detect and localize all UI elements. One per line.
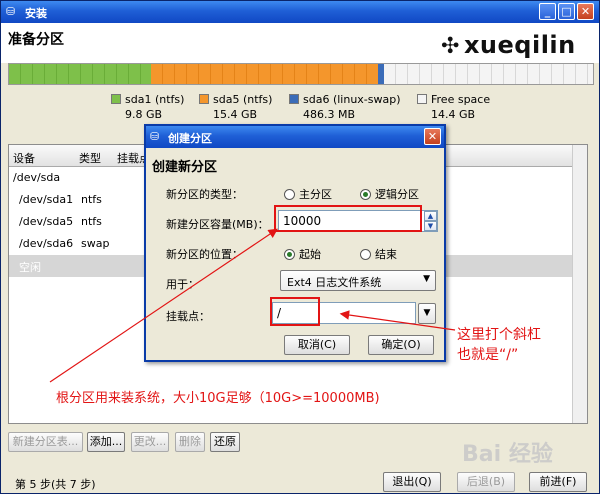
legend-label: sda6 (linux-swap) <box>303 93 401 106</box>
table-scrollbar[interactable] <box>572 145 587 423</box>
row-type: ntfs <box>81 193 102 206</box>
legend-swatch <box>199 94 209 104</box>
row-device: 空闲 <box>19 261 41 274</box>
legend-swatch <box>289 94 299 104</box>
logo-text: xueqilin <box>463 31 576 59</box>
legend-sda5: sda5 (ntfs) 15.4 GB <box>199 93 272 121</box>
add-partition-button[interactable]: 添加... <box>87 432 125 452</box>
radio-circle-icon <box>284 189 295 200</box>
legend-sda1: sda1 (ntfs) 9.8 GB <box>111 93 184 121</box>
row-device: /dev/sda5 <box>19 215 74 228</box>
legend-free: Free space 14.4 GB <box>417 93 490 121</box>
dialog-app-icon: ⛁ <box>150 130 160 143</box>
partition-size-label: 新建分区容量(MB)： <box>166 218 269 231</box>
type-logical-radio[interactable]: 逻辑分区 <box>360 186 419 202</box>
row-device: /dev/sda6 <box>19 237 74 250</box>
radio-label: 结束 <box>375 248 397 261</box>
chevron-down-icon: ▼ <box>423 274 430 284</box>
radio-label: 主分区 <box>299 188 332 201</box>
legend-label: Free space <box>431 93 491 106</box>
maximize-button[interactable]: □ <box>558 3 575 20</box>
partition-type-label: 新分区的类型： <box>166 188 243 201</box>
legend-swatch <box>111 94 121 104</box>
position-end-radio[interactable]: 结束 <box>360 246 397 262</box>
window-title: 安装 <box>25 7 47 20</box>
spin-down-icon[interactable]: ▼ <box>424 221 437 231</box>
legend-size: 15.4 GB <box>213 108 258 121</box>
filesystem-select[interactable]: Ext4 日志文件系统 ▼ <box>280 270 436 291</box>
slash-annotation-line2: 也就是“/” <box>457 347 519 363</box>
radio-circle-icon <box>360 249 371 260</box>
size-highlight-box <box>274 205 422 232</box>
change-partition-button[interactable]: 更改... <box>131 432 169 452</box>
close-button[interactable]: ✕ <box>577 3 594 20</box>
legend-size: 486.3 MB <box>303 108 356 121</box>
partition-bar-sda5 <box>151 64 378 84</box>
create-partition-dialog: ⛁ 创建分区 ✕ 创建新分区 新分区的类型： 主分区 逻辑分区 新建分区容量(M… <box>144 124 446 362</box>
logo-mark-icon: ✣ <box>441 34 460 59</box>
chevron-down-icon: ▼ <box>423 308 431 318</box>
minimize-button[interactable]: _ <box>539 3 556 20</box>
row-type: swap <box>81 237 110 250</box>
partition-bar-free <box>384 64 593 84</box>
revert-button[interactable]: 还原 <box>210 432 240 452</box>
quit-button[interactable]: 退出(Q) <box>383 472 441 492</box>
mount-point-label: 挂载点： <box>166 310 210 323</box>
position-begin-radio[interactable]: 起始 <box>284 246 321 262</box>
radio-label: 逻辑分区 <box>375 188 419 201</box>
dialog-close-button[interactable]: ✕ <box>424 128 441 145</box>
row-device: /dev/sda1 <box>19 193 74 206</box>
mount-dropdown-button[interactable]: ▼ <box>418 303 436 324</box>
type-primary-radio[interactable]: 主分区 <box>284 186 332 202</box>
dialog-heading: 创建新分区 <box>152 160 218 175</box>
legend-size: 14.4 GB <box>431 108 476 121</box>
page-title: 准备分区 <box>8 32 64 48</box>
mount-highlight-box <box>270 297 320 326</box>
radio-checked-icon <box>360 189 371 200</box>
partition-bar <box>8 63 594 85</box>
slash-annotation-line1: 这里打个斜杠 <box>457 327 541 343</box>
radio-label: 起始 <box>299 248 321 261</box>
back-button[interactable]: 后退(B) <box>457 472 515 492</box>
row-type: ntfs <box>81 215 102 228</box>
legend-label: sda1 (ntfs) <box>125 93 185 106</box>
legend-label: sda5 (ntfs) <box>213 93 273 106</box>
use-as-label: 用于： <box>166 278 199 291</box>
col-device[interactable]: 设备 <box>13 150 35 166</box>
logo: ✣ xueqilin <box>441 31 576 59</box>
partition-bar-sda1 <box>9 64 151 84</box>
legend-swatch <box>417 94 427 104</box>
cancel-button[interactable]: 取消(C) <box>284 335 350 355</box>
radio-checked-icon <box>284 249 295 260</box>
watermark: Bai 经验 <box>462 442 553 467</box>
app-icon: ⛁ <box>6 5 16 18</box>
legend-size: 9.8 GB <box>125 108 163 121</box>
header: 准备分区 ✣ xueqilin <box>1 23 599 63</box>
delete-partition-button[interactable]: 删除 <box>175 432 205 452</box>
filesystem-value: Ext4 日志文件系统 <box>287 276 382 289</box>
step-status: 第 5 步(共 7 步) <box>15 478 96 491</box>
ok-button[interactable]: 确定(O) <box>368 335 434 355</box>
new-partition-table-button[interactable]: 新建分区表... <box>8 432 83 452</box>
title-bar[interactable]: ⛁ 安装 _ □ ✕ <box>1 1 599 23</box>
spin-up-icon[interactable]: ▲ <box>424 211 437 221</box>
dialog-title: 创建分区 <box>168 132 212 145</box>
row-device: /dev/sda <box>13 171 61 184</box>
dialog-title-bar[interactable]: ⛁ 创建分区 ✕ <box>146 126 444 148</box>
partition-position-label: 新分区的位置： <box>166 248 243 261</box>
legend-sda6: sda6 (linux-swap) 486.3 MB <box>289 93 401 121</box>
forward-button[interactable]: 前进(F) <box>529 472 587 492</box>
col-type[interactable]: 类型 <box>79 150 101 166</box>
size-annotation: 根分区用来装系统，大小10G足够（10G>=10000MB) <box>56 391 380 406</box>
